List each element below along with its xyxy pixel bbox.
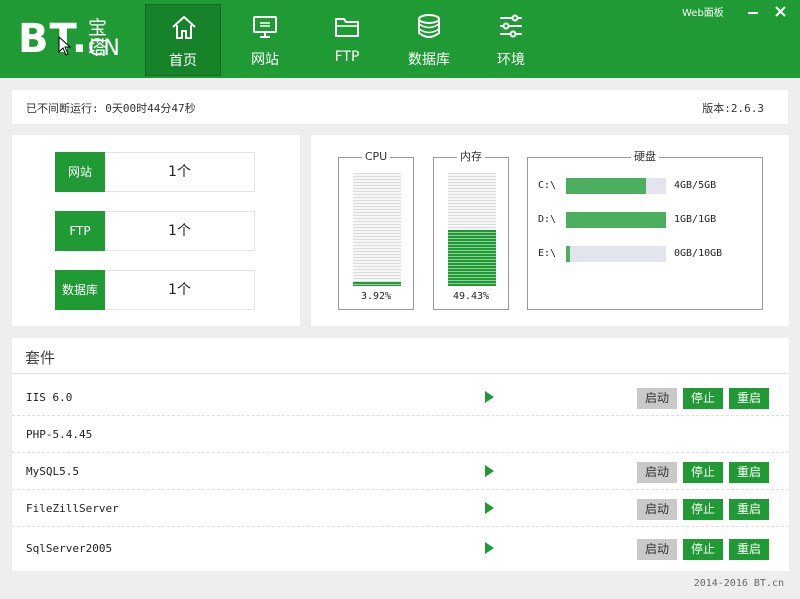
memory-percent: 49.43% — [452, 291, 490, 302]
start-button[interactable]: 启动 — [637, 462, 677, 483]
disk-name: C:\ — [538, 180, 557, 191]
restart-button[interactable]: 重启 — [729, 499, 769, 520]
stop-button[interactable]: 停止 — [683, 539, 723, 560]
divider — [12, 373, 789, 374]
disk-gauge: 硬盘 C:\ 4GB/5GB D:\ 1GB/1GB E:\ 0GB/10GB — [527, 150, 763, 310]
play-icon[interactable] — [485, 542, 494, 554]
suite-panel: 套件 IIS 6.0 启动 停止 重启 PHP-5.4.45 MySQL5.5 … — [12, 338, 789, 571]
stop-button[interactable]: 停止 — [683, 499, 723, 520]
info-bar: 已不间断运行: 0天00时44分47秒 版本:2.6.3 — [12, 90, 788, 124]
count-value: 1个 — [105, 270, 255, 310]
gauge-title: CPU — [339, 150, 413, 164]
nav-website[interactable]: 网站 — [227, 4, 303, 76]
disk-row: D:\ 1GB/1GB — [538, 212, 748, 228]
suite-row-iis: IIS 6.0 启动 停止 重启 — [12, 379, 789, 416]
disk-bar-fill — [566, 178, 646, 194]
count-tag: 数据库 — [55, 270, 105, 310]
footer-copyright: 2014-2016 BT.cn — [693, 578, 784, 589]
suite-row-filezilla: FileZillServer 启动 停止 重启 — [12, 490, 789, 527]
nav-home[interactable]: 首页 — [145, 4, 221, 76]
logo-bt: BT. — [18, 16, 88, 62]
nav-label: 数据库 — [408, 52, 450, 68]
suite-name: IIS 6.0 — [26, 391, 73, 404]
disk-bar-fill — [566, 246, 570, 262]
version-text: 版本:2.6.3 — [702, 102, 764, 115]
suite-name: FileZillServer — [26, 502, 119, 515]
suite-name: MySQL5.5 — [26, 465, 79, 478]
cpu-bar-track — [353, 173, 401, 286]
suite-row-mysql: MySQL5.5 启动 停止 重启 — [12, 453, 789, 490]
disk-bar-fill — [566, 212, 666, 228]
memory-gauge: 内存 49.43% — [433, 150, 509, 310]
suite-row-sqlserver: SqlServer2005 启动 停止 重启 — [12, 530, 789, 567]
cpu-bar-fill — [353, 281, 401, 286]
disk-bar-track — [566, 212, 666, 228]
folder-icon — [335, 18, 359, 37]
count-row-ftp[interactable]: FTP 1个 — [55, 211, 255, 251]
window-title: Web面板 — [682, 8, 724, 19]
nav-database[interactable]: 数据库 — [391, 4, 467, 76]
uptime-text: 已不间断运行: 0天00时44分47秒 — [26, 102, 196, 115]
restart-button[interactable]: 重启 — [729, 539, 769, 560]
count-tag: 网站 — [55, 152, 105, 192]
gauge-title: 硬盘 — [528, 150, 762, 164]
stop-button[interactable]: 停止 — [683, 462, 723, 483]
logo-cn-en: CN — [88, 36, 120, 61]
disk-row: C:\ 4GB/5GB — [538, 178, 748, 194]
counts-panel: 网站 1个 FTP 1个 数据库 1个 — [12, 135, 300, 326]
start-button[interactable]: 启动 — [637, 499, 677, 520]
disk-name: D:\ — [538, 214, 557, 225]
suite-name: SqlServer2005 — [26, 542, 113, 555]
nav-label: 网站 — [251, 52, 279, 68]
disk-usage: 1GB/1GB — [674, 214, 717, 225]
close-icon — [775, 6, 786, 17]
memory-bar-track — [448, 173, 496, 286]
database-icon — [418, 14, 440, 38]
stop-button[interactable]: 停止 — [683, 388, 723, 409]
suite-row-php: PHP-5.4.45 — [12, 416, 789, 453]
gauge-title: 内存 — [434, 150, 508, 164]
start-button[interactable]: 启动 — [637, 388, 677, 409]
disk-name: E:\ — [538, 248, 557, 259]
count-value: 1个 — [105, 211, 255, 251]
suite-title: 套件 — [25, 349, 56, 367]
memory-bar-fill — [448, 230, 496, 286]
suite-name: PHP-5.4.45 — [26, 428, 93, 441]
restart-button[interactable]: 重启 — [729, 388, 769, 409]
cpu-percent: 3.92% — [360, 291, 392, 302]
count-row-website[interactable]: 网站 1个 — [55, 152, 255, 192]
disk-usage: 4GB/5GB — [674, 180, 717, 191]
cpu-gauge: CPU 3.92% — [338, 150, 414, 310]
count-row-database[interactable]: 数据库 1个 — [55, 270, 255, 310]
disk-bar-track — [566, 246, 666, 262]
top-bar: BT. 宝塔 CN 首页 网站 FTP 数据库 环境 Web面板 — [0, 0, 800, 78]
minimize-icon — [748, 12, 758, 14]
play-icon[interactable] — [485, 465, 494, 477]
home-icon — [172, 15, 196, 39]
nav-label: 首页 — [169, 53, 197, 69]
disk-row: E:\ 0GB/10GB — [538, 246, 748, 262]
disk-bar-track — [566, 178, 666, 194]
close-button[interactable] — [770, 2, 792, 20]
mouse-cursor-icon — [58, 36, 72, 56]
count-tag: FTP — [55, 211, 105, 251]
resources-panel: CPU 3.92% 内存 49.43% 硬盘 C:\ 4GB/5GB D:\ 1… — [311, 135, 789, 326]
nav-environment[interactable]: 环境 — [473, 4, 549, 76]
play-icon[interactable] — [485, 502, 494, 514]
sliders-icon — [500, 14, 522, 38]
play-icon[interactable] — [485, 391, 494, 403]
minimize-button[interactable] — [742, 2, 764, 20]
disk-usage: 0GB/10GB — [674, 248, 723, 259]
nav-label: 环境 — [497, 52, 525, 68]
nav-ftp[interactable]: FTP — [309, 4, 385, 76]
monitor-icon — [253, 16, 277, 38]
restart-button[interactable]: 重启 — [729, 462, 769, 483]
count-value: 1个 — [105, 152, 255, 192]
start-button[interactable]: 启动 — [637, 539, 677, 560]
nav-label: FTP — [334, 49, 360, 65]
